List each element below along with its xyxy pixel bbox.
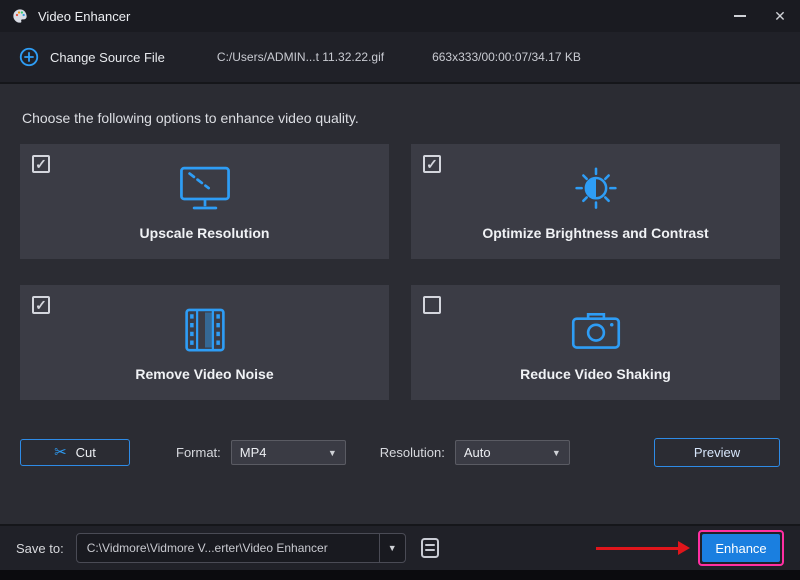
- annotation-arrow-head: [678, 541, 690, 555]
- window-controls: ✕: [720, 0, 800, 32]
- instruction-text: Choose the following options to enhance …: [22, 110, 359, 126]
- main-content: Choose the following options to enhance …: [0, 84, 800, 524]
- option-label: Remove Video Noise: [135, 366, 274, 382]
- format-label: Format:: [176, 445, 221, 460]
- change-source-label: Change Source File: [50, 49, 165, 65]
- add-plus-icon: [18, 46, 40, 68]
- save-path-value: C:\Vidmore\Vidmore V...erter\Video Enhan…: [86, 541, 328, 555]
- minimize-icon: [734, 15, 746, 17]
- option-card-remove-noise[interactable]: Remove Video Noise: [20, 285, 389, 400]
- brightness-contrast-icon: [569, 162, 623, 216]
- save-path-input[interactable]: C:\Vidmore\Vidmore V...erter\Video Enhan…: [75, 533, 406, 563]
- footer-bar: Save to: C:\Vidmore\Vidmore V...erter\Vi…: [0, 524, 800, 570]
- resolution-dropdown[interactable]: Auto ▼: [454, 440, 570, 465]
- cut-label: Cut: [75, 445, 96, 460]
- option-card-reduce-shaking[interactable]: Reduce Video Shaking: [411, 285, 780, 400]
- close-icon: ✕: [774, 8, 786, 24]
- chevron-down-icon: ▼: [551, 447, 561, 458]
- preview-button[interactable]: Preview: [654, 438, 780, 467]
- cut-button[interactable]: ✂ Cut: [20, 439, 130, 466]
- window-title: Video Enhancer: [38, 8, 131, 24]
- close-button[interactable]: ✕: [760, 0, 800, 32]
- format-value: MP4: [239, 445, 267, 460]
- options-grid: Upscale Resolution Optimize B: [20, 144, 780, 400]
- option-label: Optimize Brightness and Contrast: [482, 225, 709, 241]
- upscale-resolution-checkbox[interactable]: [32, 155, 50, 173]
- controls-row: ✂ Cut Format: MP4 ▼ Resolution: Auto ▼ P…: [20, 438, 780, 467]
- annotation-highlight-box: Enhance: [698, 530, 784, 566]
- format-dropdown[interactable]: MP4 ▼: [230, 440, 346, 465]
- source-bar: Change Source File C:/Users/ADMIN...t 11…: [0, 32, 800, 84]
- chevron-down-icon: ▼: [327, 447, 337, 458]
- annotation-arrow-line: [596, 546, 678, 550]
- change-source-button[interactable]: Change Source File: [18, 46, 165, 68]
- background-window-strip: [0, 570, 800, 580]
- upscale-monitor-icon: [176, 162, 234, 216]
- source-file-path: C:/Users/ADMIN...t 11.32.22.gif: [216, 50, 385, 64]
- resolution-value: Auto: [463, 445, 491, 460]
- preview-label: Preview: [693, 445, 741, 460]
- optimize-brightness-checkbox[interactable]: [423, 155, 441, 173]
- remove-noise-checkbox[interactable]: [32, 296, 50, 314]
- browse-folder-icon: [418, 536, 442, 560]
- reduce-shaking-checkbox[interactable]: [423, 296, 441, 314]
- chevron-down-icon: ▼: [387, 543, 397, 553]
- option-label: Upscale Resolution: [139, 225, 270, 241]
- camera-icon: [568, 303, 624, 357]
- title-bar: Video Enhancer ✕: [0, 0, 800, 32]
- enhance-button[interactable]: Enhance: [702, 534, 780, 562]
- resolution-label: Resolution:: [379, 445, 445, 460]
- option-card-upscale-resolution[interactable]: Upscale Resolution: [20, 144, 389, 259]
- annotation-arrow: [596, 541, 690, 555]
- option-card-optimize-brightness[interactable]: Optimize Brightness and Contrast: [411, 144, 780, 259]
- scissors-icon: ✂: [54, 444, 67, 461]
- palette-icon: [12, 8, 28, 24]
- browse-folder-button[interactable]: [418, 536, 442, 560]
- option-label: Reduce Video Shaking: [520, 366, 671, 382]
- save-path-dropdown[interactable]: ▼: [378, 534, 405, 562]
- enhance-label: Enhance: [715, 540, 767, 556]
- minimize-button[interactable]: [720, 0, 760, 32]
- filmstrip-icon: [177, 303, 233, 357]
- save-to-label: Save to:: [16, 540, 64, 556]
- source-file-info: 663x333/00:00:07/34.17 KB: [432, 50, 581, 64]
